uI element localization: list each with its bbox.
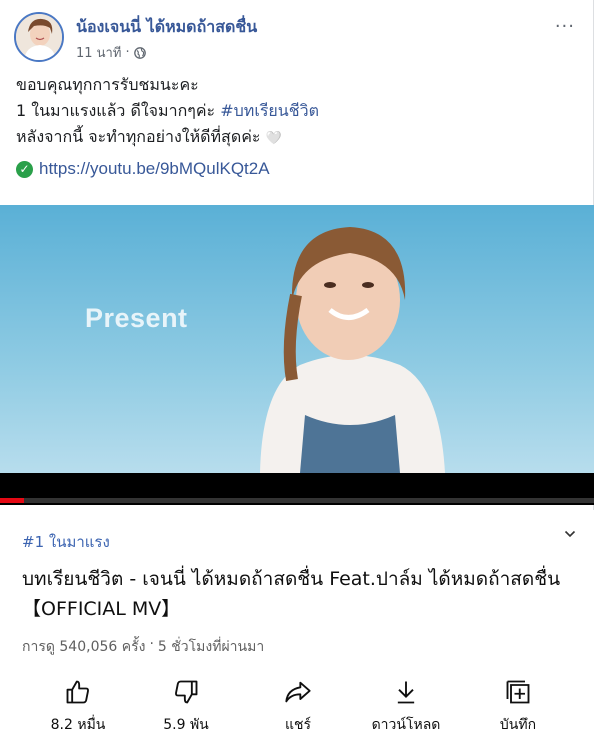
- dislike-count: 5.9 พัน: [163, 717, 209, 733]
- video-overlay-text: Present: [85, 303, 188, 333]
- upload-time: 5 ชั่วโมงที่ผ่านมา: [157, 639, 265, 655]
- youtube-link[interactable]: https://youtu.be/9bMQulKQt2A: [39, 156, 270, 182]
- dislike-icon: [175, 680, 198, 704]
- facebook-post: น้องเจนนี่ ได้หมดถ้าสดชื่น 11 นาที · ···…: [0, 0, 594, 749]
- youtube-info-panel: #1 ในมาแรง บทเรียนชีวิต - เจนนี่ ได้หมดถ…: [0, 510, 594, 749]
- post-meta: 11 นาที ·: [76, 42, 146, 63]
- like-button[interactable]: 8.2 หมื่น: [33, 678, 123, 744]
- author-name[interactable]: น้องเจนนี่ ได้หมดถ้าสดชื่น: [76, 15, 257, 40]
- view-count: การดู 540,056 ครั้ง: [22, 639, 146, 655]
- post-line-1: ขอบคุณทุกการรับชมนะคะ: [16, 75, 199, 94]
- save-icon: [506, 680, 530, 704]
- video-stats: การดู 540,056 ครั้ง · 5 ชั่วโมงที่ผ่านมา: [22, 636, 264, 658]
- dislike-button[interactable]: 5.9 พัน: [141, 678, 231, 744]
- video-progress-fill: [0, 498, 24, 503]
- save-label: บันทึก: [499, 717, 537, 733]
- download-icon: [397, 681, 415, 704]
- link-line: ✓ https://youtu.be/9bMQulKQt2A: [16, 156, 577, 182]
- stats-separator: ·: [149, 636, 154, 652]
- video-title: บทเรียนชีวิต - เจนนี่ ได้หมดถ้าสดชื่น Fe…: [22, 568, 561, 620]
- share-icon: [285, 681, 311, 703]
- save-button[interactable]: บันทึก: [473, 678, 563, 744]
- post-line-3: หลังจากนี้ จะทำทุกอย่างให้ดีที่สุดค่ะ 🤍: [16, 124, 577, 152]
- chevron-down-icon[interactable]: [564, 528, 576, 540]
- post-line-2-text: 1 ในมาแรงแล้ว ดีใจมากๆค่ะ: [16, 101, 216, 120]
- avatar[interactable]: [14, 12, 64, 62]
- video-player[interactable]: [0, 205, 594, 505]
- white-heart-emoji: 🤍: [265, 131, 282, 146]
- download-button[interactable]: ดาวน์โหลด: [361, 678, 451, 744]
- meta-separator: ·: [125, 45, 130, 60]
- like-count: 8.2 หมื่น: [50, 717, 106, 733]
- check-icon: ✓: [16, 160, 33, 178]
- post-timestamp[interactable]: 11 นาที: [76, 42, 121, 63]
- hashtag-link[interactable]: #บทเรียนชีวิต: [220, 101, 319, 120]
- share-label: แชร์: [284, 717, 312, 733]
- post-line-2: 1 ในมาแรงแล้ว ดีใจมากๆค่ะ #บทเรียนชีวิต: [16, 98, 577, 124]
- post-header: น้องเจนนี่ ได้หมดถ้าสดชื่น 11 นาที · ···: [14, 12, 579, 64]
- globe-icon: [133, 46, 146, 59]
- more-options-icon[interactable]: ···: [555, 16, 575, 37]
- post-body: ขอบคุณทุกการรับชมนะคะ 1 ในมาแรงแล้ว ดีใจ…: [16, 72, 577, 182]
- video-progress-bar[interactable]: [0, 498, 594, 503]
- like-icon: [66, 680, 89, 704]
- download-label: ดาวน์โหลด: [371, 717, 441, 733]
- share-button[interactable]: แชร์: [253, 678, 343, 744]
- action-bar: 8.2 หมื่น 5.9 พัน แชร์ ดาวน์โหลด บันทึก: [0, 678, 594, 744]
- trending-badge[interactable]: #1 ในมาแรง: [22, 530, 110, 554]
- post-line-3-text: หลังจากนี้ จะทำทุกอย่างให้ดีที่สุดค่ะ: [16, 127, 261, 146]
- video-thumbnail[interactable]: [0, 205, 594, 473]
